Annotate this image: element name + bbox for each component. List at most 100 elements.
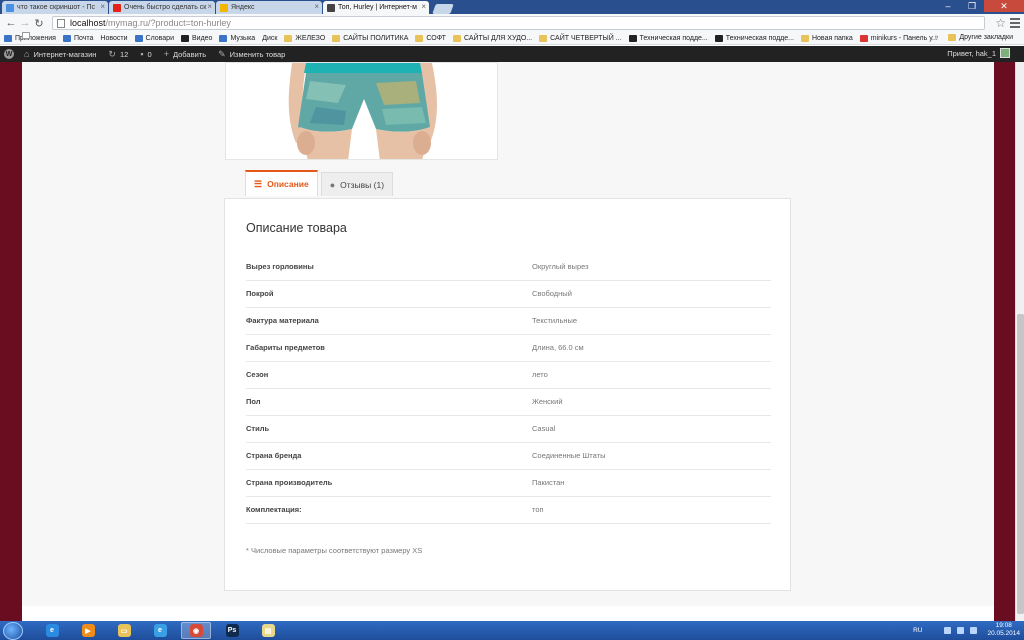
forward-icon[interactable]: →	[18, 17, 32, 29]
language-indicator[interactable]: RU	[913, 627, 922, 634]
taskbar-app-explorer[interactable]: ▭	[109, 622, 139, 639]
spec-table: Вырез горловины Округлый вырез Покрой Свобо…	[246, 253, 771, 524]
home-icon: ⌂	[24, 49, 30, 59]
browser-tab[interactable]: Яндекс ×	[216, 1, 322, 14]
menu-icon[interactable]	[1010, 18, 1020, 28]
wp-admin-bar: W ⌂ Интернет-магазин ↻ 12 ▪ 0 + Добавить ✎ Из…	[0, 46, 1024, 62]
browser-toolbar: ← → ↻ localhost/mymag.ru/?product=ton-hu…	[0, 14, 1024, 32]
bookmark-item[interactable]: ЖЕЛЕЗО	[284, 34, 325, 42]
taskbar-app-notes[interactable]: ▤	[253, 622, 283, 639]
product-tab[interactable]: ☰ Описание	[245, 170, 318, 196]
taskbar-app-photoshop[interactable]: Ps	[217, 622, 247, 639]
bookmark-item[interactable]: Видео	[180, 34, 213, 42]
bookmark-item[interactable]: Почта	[62, 34, 93, 42]
bookmark-label: minikurs - Панель у...	[870, 34, 938, 42]
spec-key: Стиль	[246, 415, 532, 443]
spec-key: Покрой	[246, 280, 532, 308]
wordpress-icon[interactable]: W	[4, 49, 14, 59]
folder-icon	[948, 34, 957, 41]
clock[interactable]: 19:08 20.05.2014	[987, 622, 1020, 638]
taskbar-app-chrome[interactable]: ◉	[181, 622, 211, 639]
folder-icon	[415, 34, 424, 42]
admin-account[interactable]: Привет, hak_1	[947, 48, 1010, 58]
bookmark-item[interactable]: Диск	[22, 32, 277, 42]
bookmark-item[interactable]: САЙТ ЧЕТВЕРТЫЙ ...	[539, 34, 622, 42]
bookmark-label: СОФТ	[426, 34, 446, 42]
scrollbar-thumb[interactable]	[1017, 314, 1024, 614]
product-photo	[226, 63, 497, 159]
spec-key: Комплектация:	[246, 496, 532, 524]
support-icon	[628, 34, 637, 42]
product-tab[interactable]: ● Отзывы (1)	[320, 172, 394, 196]
spec-value: Соединенные Штаты	[532, 442, 771, 470]
bookmark-item[interactable]: minikurs - Панель у...	[859, 34, 938, 42]
bookmark-star-icon[interactable]: ☆	[995, 16, 1006, 30]
admin-comments[interactable]: ▪ 0	[140, 49, 151, 59]
product-image[interactable]	[225, 62, 498, 160]
bookmarks-more[interactable]: »	[934, 34, 938, 41]
close-icon[interactable]: ✕	[984, 0, 1024, 12]
spec-row: Сезон лето	[246, 361, 771, 389]
bookmark-item[interactable]: Словари	[134, 34, 174, 42]
network-icon[interactable]	[944, 626, 952, 634]
tab-close-icon[interactable]: ×	[314, 2, 319, 11]
browser-tab[interactable]: Топ, Hurley | Интернет-м ×	[323, 1, 429, 14]
bookmark-label: САЙТ ЧЕТВЕРТЫЙ ...	[550, 34, 622, 42]
back-icon[interactable]: ←	[4, 17, 18, 29]
updates-icon: ↻	[108, 48, 116, 59]
volume-icon[interactable]	[970, 626, 978, 634]
site-page: ☰ Описание ● Отзывы (1) Описание товара Выр…	[22, 62, 994, 621]
spec-row: Пол Женский	[246, 388, 771, 416]
description-title: Описание товара	[246, 221, 347, 235]
bookmark-label: Видео	[191, 34, 213, 42]
spec-value: Casual	[532, 415, 771, 443]
joomla-icon	[859, 34, 868, 42]
page-scrollbar[interactable]	[1015, 62, 1024, 621]
browser-tab-strip: что такое скриншот - Пс × Очень быстро сде…	[0, 0, 1024, 14]
spec-key: Страна бренда	[246, 442, 532, 470]
tab-close-icon[interactable]: ×	[421, 2, 426, 11]
bookmark-item[interactable]: Новая папка	[800, 34, 853, 42]
bookmark-item[interactable]: Техническая подде...	[714, 34, 794, 42]
chrome-icon: ◉	[189, 624, 203, 637]
page-icon	[22, 32, 30, 39]
taskbar-app-ie[interactable]: e	[37, 622, 67, 639]
flag-icon[interactable]	[957, 626, 965, 634]
other-bookmarks[interactable]: Другие закладки	[948, 34, 1013, 41]
bookmark-label: Музыка	[230, 34, 256, 42]
page-icon	[57, 18, 65, 28]
maximize-icon[interactable]: ❐	[960, 0, 984, 12]
favicon-icon	[220, 3, 228, 12]
admin-updates[interactable]: ↻ 12	[108, 49, 128, 60]
bookmark-item[interactable]: СОФТ	[415, 34, 446, 42]
windows-taskbar: e ▶ ▭ e ◉ Ps ▤ RU 19:08 20.05.2014	[0, 621, 1024, 640]
taskbar-app-ie-alt[interactable]: e	[145, 622, 175, 639]
spec-row: Габариты предметов Длина, 66.0 см	[246, 334, 771, 362]
spec-row: Покрой Свободный	[246, 280, 771, 308]
window-controls: – ❐ ✕	[936, 0, 1024, 12]
new-tab-button[interactable]	[432, 4, 454, 14]
admin-edit-product[interactable]: ✎ Изменить товар	[218, 49, 285, 60]
tab-close-icon[interactable]: ×	[100, 2, 105, 11]
browser-tab-label: что такое скриншот - Пс	[17, 4, 96, 11]
admin-site-link[interactable]: ⌂ Интернет-магазин	[24, 49, 96, 59]
minimize-icon[interactable]: –	[936, 0, 960, 12]
size-footnote: * Числовые параметры соответствуют разме…	[246, 546, 423, 555]
url-host: localhost	[70, 18, 106, 28]
bookmark-item[interactable]: Техническая подде...	[628, 34, 708, 42]
address-bar[interactable]: localhost/mymag.ru/?product=ton-hurley	[52, 16, 986, 30]
bookmark-item[interactable]: Новости	[22, 32, 128, 42]
media-player-icon: ▶	[81, 624, 95, 637]
bookmark-item[interactable]: САЙТЫ ДЛЯ ХУДО...	[452, 34, 532, 42]
bookmark-item[interactable]: САЙТЫ ПОЛИТИКА	[332, 34, 408, 42]
start-button[interactable]	[3, 621, 23, 640]
tab-close-icon[interactable]: ×	[207, 2, 212, 11]
taskbar-app-media-player[interactable]: ▶	[73, 622, 103, 639]
favicon-icon	[113, 3, 121, 12]
bookmark-item[interactable]: Музыка	[219, 34, 256, 42]
video-icon	[180, 34, 189, 42]
admin-add-new[interactable]: + Добавить	[164, 49, 206, 59]
browser-tab[interactable]: что такое скриншот - Пс ×	[2, 1, 108, 14]
browser-tab[interactable]: Очень быстро сделать ск ×	[109, 1, 215, 14]
reload-icon[interactable]: ↻	[32, 17, 46, 30]
